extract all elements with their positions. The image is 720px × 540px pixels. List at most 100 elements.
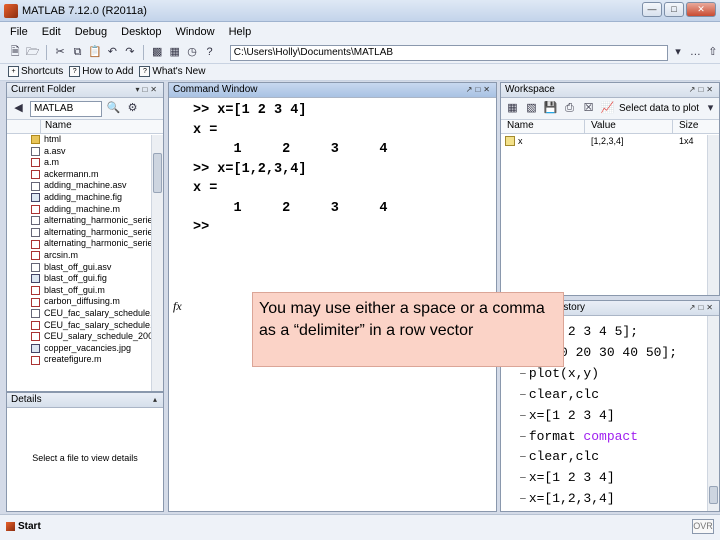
dropdown-icon[interactable]: ▾ xyxy=(703,101,718,116)
command-prompt[interactable]: >> xyxy=(193,218,209,238)
file-icon xyxy=(31,216,40,226)
file-list-item[interactable]: html xyxy=(7,134,163,146)
panel-controls-icon[interactable]: ↗□✕ xyxy=(689,83,716,97)
file-list-item[interactable]: copper_vacancies.jpg xyxy=(7,343,163,355)
save-icon[interactable]: 💾 xyxy=(543,101,558,116)
file-list-item[interactable]: CEU_salary_schedule_200... xyxy=(7,331,163,343)
cut-icon[interactable]: ✂ xyxy=(53,45,67,60)
file-icon xyxy=(31,332,40,342)
menu-help[interactable]: Help xyxy=(229,26,252,38)
help-icon[interactable]: ? xyxy=(202,45,216,60)
file-list-item[interactable]: adding_machine.fig xyxy=(7,192,163,204)
file-list-item[interactable]: alternating_harmonic_serie... xyxy=(7,238,163,250)
panel-controls-icon[interactable]: ▾□✕ xyxy=(135,83,160,97)
name-column-header[interactable]: Name xyxy=(501,120,585,133)
browse-folder-icon[interactable]: … xyxy=(688,45,702,60)
file-list-item[interactable]: ackermann.m xyxy=(7,169,163,181)
panel-controls-icon[interactable]: ▴ xyxy=(153,393,160,407)
menu-desktop[interactable]: Desktop xyxy=(121,26,161,38)
command-line: x = xyxy=(193,181,218,197)
variable-icon xyxy=(505,136,515,146)
file-list-item[interactable]: a.m xyxy=(7,157,163,169)
workspace-scrollbar[interactable] xyxy=(707,135,719,295)
open-folder-icon[interactable]: 🗁 xyxy=(25,45,40,60)
guide-icon[interactable]: ▦ xyxy=(167,45,181,60)
size-column-header[interactable]: Size xyxy=(673,120,698,133)
panel-controls-icon[interactable]: ↗□✕ xyxy=(466,83,493,97)
history-item[interactable]: – clear,clc xyxy=(519,385,677,406)
history-item[interactable]: – x=[1,2,3,4] xyxy=(519,489,677,510)
file-list-item[interactable]: a.asv xyxy=(7,146,163,158)
file-list-item[interactable]: adding_machine.m xyxy=(7,204,163,216)
history-item[interactable]: – x=[1 2 3 4] xyxy=(519,468,677,489)
history-item[interactable]: – clear,clc xyxy=(519,447,677,468)
file-list-item[interactable]: CEU_fac_salary_schedule.asv xyxy=(7,308,163,320)
name-column-header[interactable]: Name xyxy=(41,120,72,133)
file-name: carbon_diffusing.m xyxy=(44,296,120,307)
file-list-item[interactable]: carbon_diffusing.m xyxy=(7,296,163,308)
fx-icon[interactable]: fx xyxy=(173,299,182,314)
scroll-thumb[interactable] xyxy=(153,153,162,193)
history-item[interactable]: – format compact xyxy=(519,427,677,448)
menu-file[interactable]: File xyxy=(10,26,28,38)
new-variable-icon[interactable]: ▦ xyxy=(505,101,520,116)
menu-debug[interactable]: Debug xyxy=(75,26,107,38)
file-list-item[interactable]: createfigure.m xyxy=(7,354,163,366)
file-list-item[interactable]: blast_off_gui.fig xyxy=(7,273,163,285)
open-variable-icon[interactable]: ▧ xyxy=(524,101,539,116)
history-scrollbar[interactable] xyxy=(707,316,719,511)
panel-controls-icon[interactable]: ↗□✕ xyxy=(689,301,716,315)
file-list-scrollbar[interactable] xyxy=(151,135,163,391)
file-list-item[interactable]: arcsin.m xyxy=(7,250,163,262)
close-button[interactable]: ✕ xyxy=(686,2,716,17)
details-panel: Details ▴ Select a file to view details xyxy=(6,392,164,512)
details-message: Select a file to view details xyxy=(32,453,138,463)
file-name: alternating_harmonic_serie... xyxy=(44,215,161,226)
file-list-item[interactable]: alternating_harmonic_serie... xyxy=(7,215,163,227)
menu-window[interactable]: Window xyxy=(175,26,214,38)
shortcuts-link[interactable]: + Shortcuts xyxy=(8,66,63,78)
workspace-columns: Name Value Size xyxy=(501,120,719,134)
simulink-icon[interactable]: ▩ xyxy=(150,45,164,60)
paste-icon[interactable]: 📋 xyxy=(88,45,102,60)
history-tree-connector: – xyxy=(519,428,527,444)
workspace-row[interactable]: x [1,2,3,4] 1x4 xyxy=(501,134,719,148)
overwrite-mode-indicator: OVR xyxy=(692,519,714,534)
new-file-icon[interactable]: 🗎 xyxy=(8,45,22,60)
menu-edit[interactable]: Edit xyxy=(42,26,61,38)
file-name: blast_off_gui.fig xyxy=(44,273,107,284)
how-to-add-link[interactable]: ? How to Add xyxy=(69,66,133,78)
search-icon[interactable]: 🔍 xyxy=(106,101,121,116)
value-column-header[interactable]: Value xyxy=(585,120,673,133)
redo-icon[interactable]: ↷ xyxy=(123,45,137,60)
minimize-button[interactable]: — xyxy=(642,2,662,17)
file-list-item[interactable]: blast_off_gui.m xyxy=(7,285,163,297)
print-icon[interactable]: ⎙ xyxy=(562,101,577,116)
up-folder-icon[interactable]: ⇧ xyxy=(706,45,720,60)
undo-icon[interactable]: ↶ xyxy=(105,45,119,60)
start-button[interactable]: Start xyxy=(4,519,46,534)
select-data-to-plot-button[interactable]: Select data to plot xyxy=(619,103,699,114)
profiler-icon[interactable]: ◷ xyxy=(185,45,199,60)
copy-icon[interactable]: ⧉ xyxy=(70,45,84,60)
current-folder-path-input[interactable]: C:\Users\Holly\Documents\MATLAB xyxy=(229,44,668,61)
plot-icon[interactable]: 📈 xyxy=(600,101,615,116)
history-tree-connector: – xyxy=(519,470,527,486)
delete-icon[interactable]: ☒ xyxy=(581,101,596,116)
workspace-header: Workspace ↗□✕ xyxy=(501,83,719,98)
back-icon[interactable]: ◀ xyxy=(11,101,26,116)
folder-dropdown[interactable]: MATLAB xyxy=(30,100,102,117)
whats-new-link[interactable]: ? What's New xyxy=(139,66,205,78)
gear-icon[interactable]: ⚙ xyxy=(125,101,140,116)
menu-bar: File Edit Debug Desktop Window Help xyxy=(0,22,720,42)
shortcuts-bar: + Shortcuts ? How to Add ? What's New xyxy=(0,64,720,81)
history-item[interactable]: – x=[1 2 3 4] xyxy=(519,406,677,427)
browse-dropdown-icon[interactable]: ▾ xyxy=(671,45,685,60)
file-list-item[interactable]: alternating_harmonic_serie... xyxy=(7,227,163,239)
command-output[interactable]: >> x=[1 2 3 4] x = 1 2 3 4 >> x=[1,2,3,4] x… xyxy=(193,101,387,219)
file-list-item[interactable]: blast_off_gui.asv xyxy=(7,262,163,274)
file-list-item[interactable]: CEU_fac_salary_schedule.m xyxy=(7,320,163,332)
file-list-item[interactable]: adding_machine.asv xyxy=(7,180,163,192)
maximize-button[interactable]: □ xyxy=(664,2,684,17)
scroll-thumb[interactable] xyxy=(709,486,718,504)
